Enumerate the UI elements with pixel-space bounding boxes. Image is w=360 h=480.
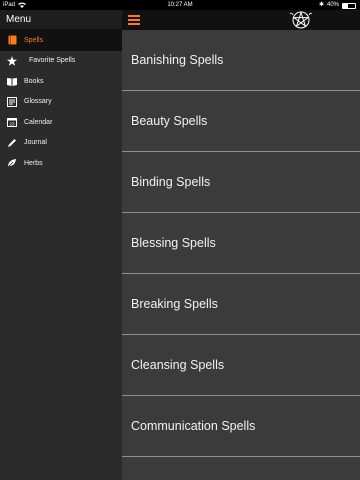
spell-category-label: Binding Spells <box>131 175 211 189</box>
menu-title: Menu <box>6 14 32 25</box>
sidebar-menu: Menu Spells Favorite Spells Books Glossa… <box>0 10 122 480</box>
spell-category-row[interactable]: Binding Spells <box>122 152 360 213</box>
status-time: 10:27 AM <box>167 2 193 8</box>
sidebar-item-calendar[interactable]: 23 Calendar <box>0 112 122 133</box>
spell-category-row[interactable]: Beauty Spells <box>122 91 360 152</box>
sidebar-item-spells[interactable]: Spells <box>0 30 122 51</box>
pen-icon <box>7 138 17 148</box>
status-bar: iPad 10:27 AM ✱ 40% <box>0 0 360 10</box>
book-icon <box>7 35 17 45</box>
sidebar-item-label: Journal <box>24 139 47 147</box>
spell-category-row[interactable]: Blessing Spells <box>122 213 360 274</box>
top-bar <box>122 10 360 30</box>
bluetooth-icon: ✱ <box>318 2 324 8</box>
battery-percent: 40% <box>326 2 339 8</box>
battery-icon <box>342 3 356 9</box>
hamburger-icon[interactable] <box>128 15 140 25</box>
sidebar-item-label: Glossary <box>24 98 52 106</box>
calendar-icon: 23 <box>7 117 17 128</box>
sidebar-item-label: Calendar <box>24 118 53 126</box>
sidebar-item-label: Herbs <box>24 159 43 167</box>
sidebar-item-glossary[interactable]: Glossary <box>0 92 122 113</box>
spell-category-label: Beauty Spells <box>131 114 208 128</box>
spell-category-label: Banishing Spells <box>131 53 224 67</box>
sidebar-item-journal[interactable]: Journal <box>0 133 122 154</box>
spell-category-row[interactable]: Communication Spells <box>122 396 360 457</box>
main-content: Banishing Spells Beauty Spells Binding S… <box>122 10 360 480</box>
sidebar-item-books[interactable]: Books <box>0 71 122 92</box>
spell-category-row[interactable]: Cleansing Spells <box>122 335 360 396</box>
spell-category-label: Cleansing Spells <box>131 358 225 372</box>
svg-text:23: 23 <box>9 122 15 127</box>
spell-category-row[interactable]: Breaking Spells <box>122 274 360 335</box>
open-book-icon <box>7 76 17 86</box>
leaf-icon <box>7 158 17 168</box>
spell-category-label: Communication Spells <box>131 419 256 433</box>
sidebar-item-herbs[interactable]: Herbs <box>0 153 122 174</box>
sidebar-item-label: Spells <box>24 36 44 44</box>
menu-header: Menu <box>0 10 122 30</box>
glossary-icon <box>7 96 17 107</box>
star-icon <box>7 55 17 66</box>
sidebar-item-label: Favorite Spells <box>29 57 76 65</box>
sidebar-item-favorite-spells[interactable]: Favorite Spells <box>0 51 122 72</box>
sidebar-item-label: Books <box>24 77 44 85</box>
spell-category-label: Breaking Spells <box>131 297 218 311</box>
pentacle-icon <box>289 11 313 29</box>
spell-category-label: Blessing Spells <box>131 236 216 250</box>
spell-category-row[interactable]: Banishing Spells <box>122 30 360 91</box>
